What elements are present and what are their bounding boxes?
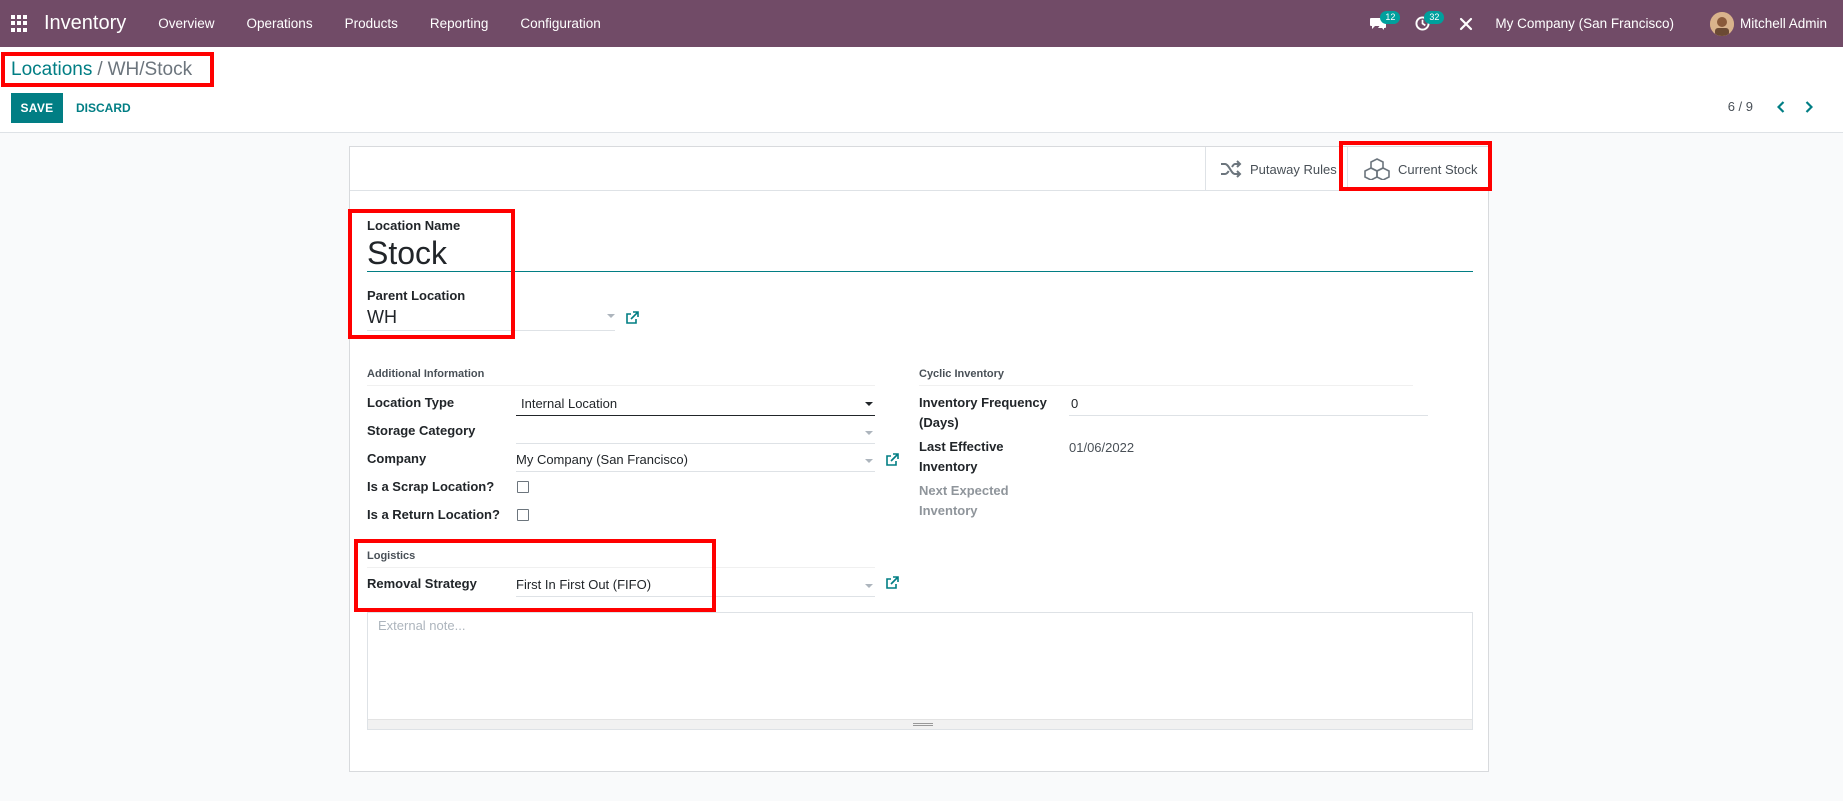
return-location-checkbox[interactable] bbox=[517, 509, 529, 521]
chevron-right-icon bbox=[1805, 101, 1813, 113]
return-location-label: Is a Return Location? bbox=[367, 507, 500, 522]
inventory-frequency-label-line2: (Days) bbox=[919, 415, 959, 430]
main-menu: Overview Operations Products Reporting C… bbox=[142, 16, 616, 31]
pager-next-button[interactable] bbox=[1801, 97, 1817, 117]
company-value: My Company (San Francisco) bbox=[516, 452, 688, 467]
putaway-rules-button[interactable]: Putaway Rules bbox=[1205, 147, 1347, 191]
inventory-frequency-label: Inventory Frequency (Days) bbox=[919, 393, 1047, 433]
putaway-rules-label: Putaway Rules bbox=[1250, 161, 1337, 177]
note-resize-handle[interactable] bbox=[368, 719, 1472, 729]
menu-operations[interactable]: Operations bbox=[231, 16, 329, 31]
caret-down-icon bbox=[865, 459, 873, 463]
chevron-left-icon bbox=[1777, 101, 1785, 113]
pager-value[interactable]: 6 / 9 bbox=[1728, 99, 1753, 114]
save-button[interactable]: SAVE bbox=[11, 93, 63, 123]
last-effective-inventory-value: 01/06/2022 bbox=[1069, 440, 1135, 455]
caret-down-icon bbox=[865, 402, 873, 406]
external-note-editor[interactable]: External note... bbox=[367, 612, 1473, 730]
apps-grid-icon[interactable] bbox=[11, 14, 29, 33]
location-type-value: Internal Location bbox=[521, 396, 618, 411]
last-effective-label-line2: Inventory bbox=[919, 459, 978, 474]
caret-down-icon bbox=[865, 431, 873, 435]
messages-badge: 12 bbox=[1380, 10, 1401, 24]
company-select[interactable]: My Company (San Francisco) bbox=[516, 450, 875, 472]
external-note-placeholder: External note... bbox=[378, 618, 466, 633]
storage-category-label: Storage Category bbox=[367, 423, 476, 438]
scrap-location-label: Is a Scrap Location? bbox=[367, 479, 495, 494]
user-menu[interactable]: Mitchell Admin bbox=[1740, 16, 1827, 31]
menu-configuration[interactable]: Configuration bbox=[504, 16, 616, 31]
navbar-systray: 12 32 My Company (San Francisco) Mitchel… bbox=[1363, 0, 1843, 47]
caret-down-icon[interactable] bbox=[607, 314, 615, 318]
shuffle-icon bbox=[1220, 160, 1242, 178]
cyclic-inventory-title: Cyclic Inventory bbox=[919, 368, 1413, 386]
grip-icon bbox=[913, 723, 933, 726]
menu-products[interactable]: Products bbox=[329, 16, 414, 31]
caret-down-icon bbox=[865, 584, 873, 588]
highlight-current-stock bbox=[1339, 141, 1492, 191]
next-expected-inventory-label: Next Expected Inventory bbox=[919, 481, 1009, 521]
highlight-logistics bbox=[354, 539, 716, 612]
top-navbar: Inventory Overview Operations Products R… bbox=[0, 0, 1843, 47]
location-name-input[interactable]: Stock bbox=[367, 234, 1473, 272]
breadcrumb-separator: / bbox=[97, 58, 103, 80]
menu-reporting[interactable]: Reporting bbox=[414, 16, 505, 31]
pager-previous-button[interactable] bbox=[1773, 97, 1789, 117]
debug-tools-button[interactable] bbox=[1451, 9, 1481, 39]
company-label: Company bbox=[367, 451, 427, 466]
app-name[interactable]: Inventory bbox=[44, 12, 126, 35]
last-effective-label-line1: Last Effective bbox=[919, 439, 1004, 454]
location-type-label: Location Type bbox=[367, 395, 455, 410]
breadcrumb-current: WH/Stock bbox=[107, 58, 193, 80]
breadcrumb: Locations / WH/Stock bbox=[1, 52, 215, 87]
next-expected-label-line1: Next Expected bbox=[919, 483, 1009, 498]
next-expected-label-line2: Inventory bbox=[919, 503, 978, 518]
messages-button[interactable]: 12 bbox=[1363, 9, 1401, 39]
additional-info-title: Additional Information bbox=[367, 368, 875, 386]
scrap-location-checkbox[interactable] bbox=[517, 481, 529, 493]
inventory-frequency-input[interactable]: 0 bbox=[1069, 394, 1428, 416]
external-link-icon[interactable] bbox=[885, 576, 899, 590]
external-link-icon[interactable] bbox=[885, 453, 899, 467]
storage-category-select[interactable] bbox=[516, 422, 875, 444]
location-type-select[interactable]: Internal Location bbox=[516, 394, 875, 416]
discard-button[interactable]: DISCARD bbox=[76, 93, 131, 123]
company-switcher[interactable]: My Company (San Francisco) bbox=[1495, 16, 1674, 31]
activities-button[interactable]: 32 bbox=[1407, 9, 1445, 39]
menu-overview[interactable]: Overview bbox=[142, 16, 230, 31]
last-effective-inventory-label: Last Effective Inventory bbox=[919, 437, 1004, 477]
external-link-icon[interactable] bbox=[625, 311, 639, 325]
breadcrumb-locations-link[interactable]: Locations bbox=[11, 59, 92, 81]
form-sheet: Putaway Rules Current Stock Location Nam… bbox=[348, 141, 1492, 772]
smart-button-box: Putaway Rules Current Stock bbox=[350, 141, 1492, 191]
avatar[interactable] bbox=[1709, 11, 1734, 36]
tools-icon bbox=[1460, 17, 1473, 30]
control-panel: Locations / WH/Stock SAVE DISCARD 6 / 9 bbox=[0, 47, 1843, 133]
highlight-location-name bbox=[348, 209, 515, 339]
inventory-frequency-label-line1: Inventory Frequency bbox=[919, 395, 1047, 410]
activities-badge: 32 bbox=[1424, 10, 1445, 24]
